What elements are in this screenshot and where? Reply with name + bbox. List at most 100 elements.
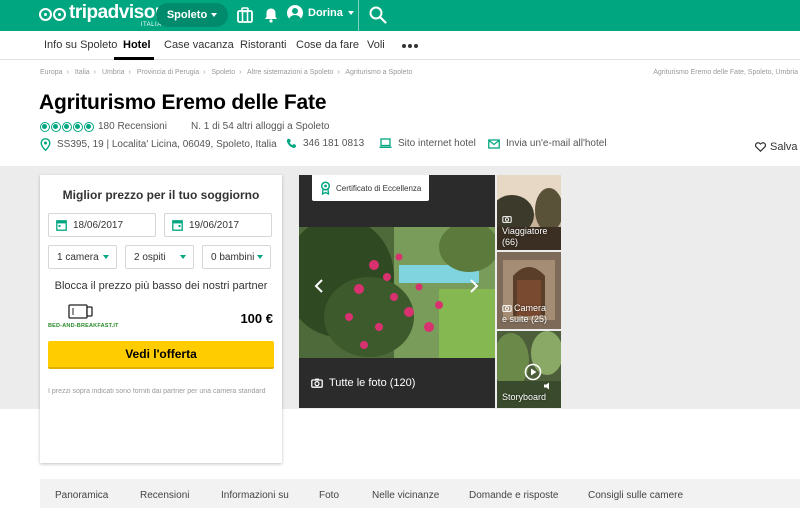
tripadvisor-logo[interactable]: tripadvisor ITALIA bbox=[39, 2, 162, 29]
chevron-down-icon bbox=[347, 11, 354, 15]
nav-item-flights[interactable]: Voli bbox=[367, 39, 385, 51]
email-link[interactable]: Invia un'e-mail all'hotel bbox=[488, 138, 607, 149]
chevron-right-icon[interactable] bbox=[469, 279, 479, 293]
rating-bubbles bbox=[40, 121, 94, 132]
tab-photos[interactable]: Foto bbox=[319, 490, 339, 501]
breadcrumb-item[interactable]: Provincia di Perugia bbox=[137, 69, 199, 76]
rooms-select[interactable]: 1 camera bbox=[48, 245, 117, 269]
children-value: 0 bambini bbox=[211, 251, 255, 263]
checkout-date: 19/06/2017 bbox=[189, 219, 240, 231]
user-menu[interactable]: Dorina bbox=[287, 5, 354, 21]
storyboard-thumb[interactable]: Storyboard bbox=[497, 331, 561, 408]
tab-overview[interactable]: Panoramica bbox=[55, 490, 108, 501]
tab-nearby[interactable]: Nelle vicinanze bbox=[372, 490, 439, 501]
hotel-rank[interactable]: N. 1 di 54 altri alloggi a Spoleto bbox=[191, 121, 329, 132]
calendar-icon bbox=[56, 220, 67, 231]
city-label: Spoleto bbox=[166, 9, 208, 21]
nav-item-things-to-do[interactable]: Cose da fare bbox=[296, 39, 359, 51]
nav-item-info[interactable]: Info su Spoleto bbox=[44, 39, 117, 51]
address-text: SS395, 19 | Localita' Licina, 06049, Spo… bbox=[57, 139, 277, 150]
search-icon[interactable] bbox=[368, 5, 388, 25]
suitcase-icon[interactable] bbox=[236, 6, 254, 24]
price: 100 € bbox=[240, 311, 273, 326]
traveler-photos-thumb[interactable]: Viaggiatore (66) bbox=[497, 175, 561, 250]
website-link[interactable]: Sito internet hotel bbox=[379, 138, 476, 149]
breadcrumb-item[interactable]: Spoleto bbox=[211, 69, 235, 76]
all-photos-button[interactable]: Tutte le foto (120) bbox=[311, 377, 415, 389]
booking-card: Miglior prezzo per il tuo soggiorno 18/0… bbox=[40, 175, 282, 463]
review-count[interactable]: 180 Recensioni bbox=[98, 121, 167, 132]
camera-icon bbox=[502, 305, 512, 312]
breadcrumb: Europa › Italia › Umbria › Provincia di Per… bbox=[40, 69, 413, 76]
nav-item-hotel[interactable]: Hotel bbox=[123, 39, 151, 51]
envelope-icon bbox=[488, 138, 500, 149]
phone-icon bbox=[286, 138, 296, 148]
bell-icon[interactable] bbox=[262, 6, 280, 24]
rating-bubble-icon bbox=[84, 121, 94, 132]
camera-icon bbox=[311, 378, 323, 388]
tab-qa[interactable]: Domande e risposte bbox=[469, 490, 559, 501]
rooms-photos-thumb[interactable]: Camera e suite (25) bbox=[497, 252, 561, 329]
heart-icon bbox=[755, 142, 766, 152]
chevron-down-icon bbox=[211, 13, 218, 17]
city-selector-button[interactable]: Spoleto bbox=[156, 3, 228, 27]
chevron-left-icon[interactable] bbox=[314, 279, 324, 293]
partner-name: BED-AND-BREAKFAST.IT bbox=[48, 323, 119, 329]
nav-item-restaurants[interactable]: Ristoranti bbox=[240, 39, 286, 51]
rating-row[interactable]: 180 Recensioni bbox=[40, 121, 167, 132]
section-tabs: Panoramica Recensioni Informazioni su Fo… bbox=[40, 479, 800, 508]
guests-select[interactable]: 2 ospiti bbox=[125, 245, 194, 269]
thumb-count: e suite (25) bbox=[502, 314, 548, 324]
checkin-date-field[interactable]: 18/06/2017 bbox=[48, 213, 156, 237]
checkout-date-field[interactable]: 19/06/2017 bbox=[164, 213, 272, 237]
booking-title: Miglior prezzo per il tuo soggiorno bbox=[62, 188, 260, 202]
tab-reviews[interactable]: Recensioni bbox=[140, 490, 189, 501]
chevron-down-icon bbox=[180, 255, 186, 259]
view-offer-button[interactable]: Vedi l'offerta bbox=[48, 341, 274, 369]
save-label: Salva bbox=[770, 141, 798, 153]
calendar-icon bbox=[172, 220, 183, 231]
logo-word: tripadvisor bbox=[69, 2, 162, 23]
thumb-count: (66) bbox=[502, 237, 519, 247]
main-nav: Info su Spoleto Hotel Case vacanza Risto… bbox=[0, 31, 800, 60]
checkin-date: 18/06/2017 bbox=[73, 219, 124, 231]
chevron-down-icon bbox=[257, 255, 263, 259]
divider bbox=[358, 0, 359, 31]
guests-value: 2 ospiti bbox=[134, 251, 166, 263]
laptop-icon bbox=[379, 138, 392, 148]
nav-item-vacation-rentals[interactable]: Case vacanza bbox=[164, 39, 234, 51]
contact-row: SS395, 19 | Localita' Licina, 06049, Spo… bbox=[40, 138, 800, 152]
website-text: Sito internet hotel bbox=[398, 138, 476, 149]
breadcrumb-item[interactable]: Europa bbox=[40, 69, 63, 76]
more-icon[interactable] bbox=[402, 44, 418, 48]
breadcrumb-item[interactable]: Altre sistemazioni a Spoleto bbox=[247, 69, 333, 76]
certificate-label: Certificato di Eccellenza bbox=[336, 183, 422, 193]
phone[interactable]: 346 181 0813 bbox=[286, 138, 364, 149]
price-disclaimer: I prezzi sopra indicati sono forniti dai… bbox=[48, 388, 266, 395]
email-text: Invia un'e-mail all'hotel bbox=[506, 138, 607, 149]
rating-bubble-icon bbox=[51, 121, 61, 132]
partner-note: Blocca il prezzo più basso dei nostri pa… bbox=[54, 280, 268, 292]
breadcrumb-item[interactable]: Agriturismo a Spoleto bbox=[345, 69, 412, 76]
breadcrumb-item[interactable]: Umbria bbox=[102, 69, 125, 76]
tab-info[interactable]: Informazioni su bbox=[221, 490, 289, 501]
certificate-badge[interactable]: Certificato di Eccellenza bbox=[312, 175, 429, 201]
breadcrumb-item[interactable]: Italia bbox=[75, 69, 90, 76]
chevron-down-icon bbox=[103, 255, 109, 259]
address[interactable]: SS395, 19 | Localita' Licina, 06049, Spo… bbox=[40, 138, 277, 151]
thumb-label: Viaggiatore bbox=[502, 226, 548, 236]
map-pin-icon bbox=[40, 138, 51, 151]
award-icon bbox=[320, 181, 331, 195]
top-bar: tripadvisor ITALIA Spoleto Dorina bbox=[0, 0, 800, 31]
play-icon[interactable] bbox=[524, 363, 542, 381]
nav-active-indicator bbox=[114, 57, 154, 60]
save-button[interactable]: Salva bbox=[755, 141, 798, 153]
main-photo[interactable]: Certificato di Eccellenza Tutte le foto … bbox=[299, 175, 495, 408]
speaker-icon bbox=[544, 382, 549, 390]
rating-bubble-icon bbox=[73, 121, 83, 132]
children-select[interactable]: 0 bambini bbox=[202, 245, 271, 269]
tab-room-tips[interactable]: Consigli sulle camere bbox=[588, 490, 683, 501]
thumb-label: Storyboard bbox=[502, 392, 547, 402]
garden-photo bbox=[299, 227, 495, 358]
avatar bbox=[287, 5, 303, 21]
